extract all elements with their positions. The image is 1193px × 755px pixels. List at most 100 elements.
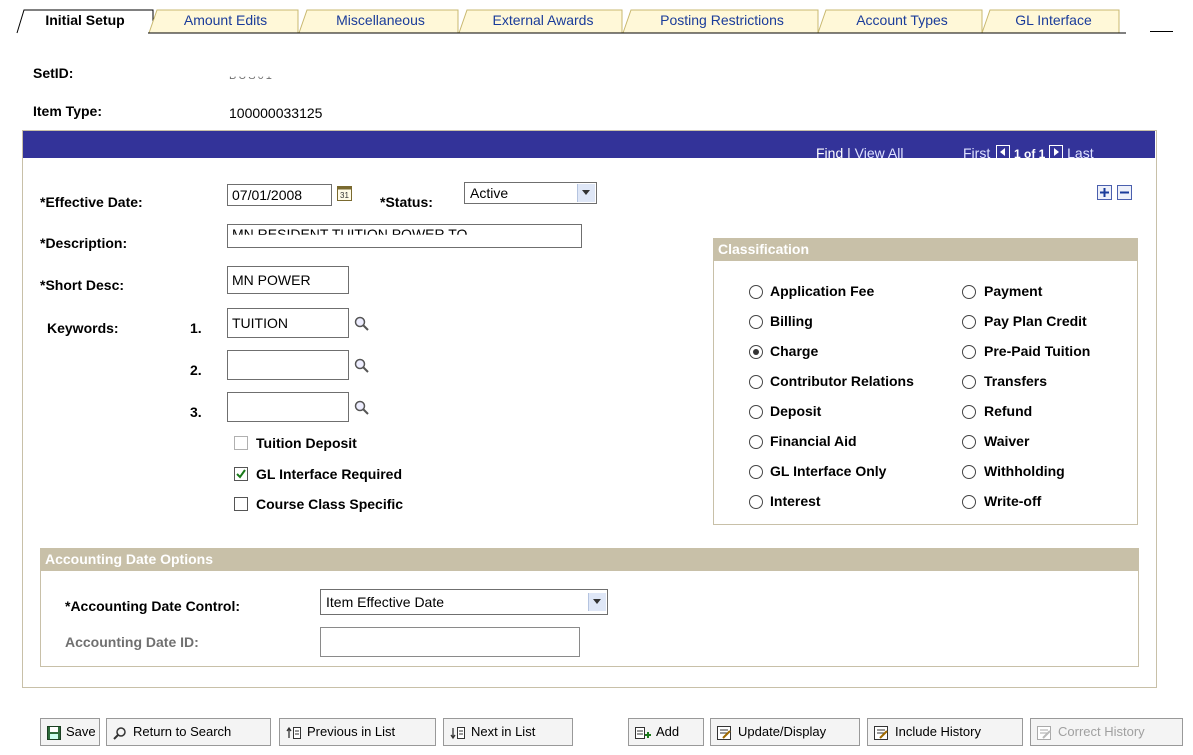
radio-withholding[interactable]	[962, 465, 976, 479]
radio-label: Transfers	[984, 373, 1048, 389]
course-class-specific-checkbox[interactable]	[234, 497, 248, 511]
include-history-icon	[874, 725, 888, 740]
update-display-icon	[717, 725, 731, 740]
svg-text:31: 31	[340, 191, 349, 200]
tab-initial-setup[interactable]: Initial Setup	[15, 8, 155, 34]
radio-application-fee[interactable]	[749, 285, 763, 299]
radio-label: Waiver	[984, 433, 1030, 449]
tab-posting-restrictions[interactable]: Posting Restrictions	[622, 8, 822, 34]
short-desc-input[interactable]	[227, 266, 349, 294]
tab-miscellaneous[interactable]: Miscellaneous	[298, 8, 463, 34]
accounting-date-control-value: Item Effective Date	[326, 594, 445, 610]
save-button[interactable]: Save	[40, 718, 100, 746]
radio-label: Pre-Paid Tuition	[984, 343, 1091, 359]
radio-label: Pay Plan Credit	[984, 313, 1087, 329]
course-class-specific-label: Course Class Specific	[256, 496, 404, 512]
delete-row-icon[interactable]	[1117, 185, 1132, 200]
keyword-3-input[interactable]	[227, 392, 349, 422]
radio-label: Billing	[770, 313, 813, 329]
tab-account-types[interactable]: Account Types	[817, 8, 987, 34]
add-button[interactable]: Add	[628, 718, 704, 746]
previous-in-list-label: Previous in List	[307, 724, 396, 739]
effective-date-input[interactable]	[227, 184, 332, 206]
setid-label: SetID:	[33, 65, 74, 81]
radio-interest[interactable]	[749, 495, 763, 509]
tuition-deposit-checkbox[interactable]	[234, 436, 248, 450]
description-value: MN RESIDENT TUITION POWER TO	[232, 226, 468, 242]
status-select[interactable]: Active	[464, 182, 597, 204]
accounting-date-id-label: Accounting Date ID:	[65, 634, 199, 650]
gl-interface-required-checkbox[interactable]	[234, 467, 248, 481]
accounting-date-control-select[interactable]: Item Effective Date	[320, 589, 608, 615]
first-arrow-icon[interactable]	[996, 145, 1011, 159]
description-input[interactable]: MN RESIDENT TUITION POWER TO	[227, 224, 582, 248]
tab-label: External Awards	[492, 12, 594, 28]
radio-label: Write-off	[984, 493, 1042, 509]
tab-label: Account Types	[856, 12, 948, 28]
chevron-down-icon	[588, 593, 606, 611]
search-icon[interactable]	[354, 316, 370, 332]
keyword-2-input[interactable]	[227, 350, 349, 380]
radio-transfers[interactable]	[962, 375, 976, 389]
save-label: Save	[66, 724, 96, 739]
tab-label: Initial Setup	[45, 12, 125, 28]
return-search-icon	[113, 726, 126, 740]
last-link[interactable]: Last	[1067, 145, 1093, 161]
update-display-button[interactable]: Update/Display	[710, 718, 860, 746]
radio-pay-plan-credit[interactable]	[962, 315, 976, 329]
update-display-label: Update/Display	[738, 724, 827, 739]
next-arrow-icon[interactable]	[1049, 145, 1064, 159]
search-icon[interactable]	[354, 400, 370, 416]
include-history-button[interactable]: Include History	[867, 718, 1023, 746]
accounting-date-id-input[interactable]	[320, 627, 580, 657]
short-desc-label: *Short Desc:	[40, 277, 125, 293]
tab-label: Posting Restrictions	[660, 12, 784, 28]
find-link[interactable]: Find	[816, 145, 843, 161]
tab-label: Miscellaneous	[336, 12, 425, 28]
radio-waiver[interactable]	[962, 435, 976, 449]
search-icon[interactable]	[354, 358, 370, 374]
description-label: *Description:	[40, 235, 128, 251]
view-all-link[interactable]: View All	[855, 145, 904, 161]
status-value: Active	[470, 185, 509, 201]
radio-contributor-relations[interactable]	[749, 375, 763, 389]
accounting-date-control-label: *Accounting Date Control:	[65, 598, 240, 614]
radio-label: GL Interface Only	[770, 463, 887, 479]
add-row-icon[interactable]	[1097, 185, 1112, 200]
tab-external-awards[interactable]: External Awards	[458, 8, 628, 34]
radio-payment[interactable]	[962, 285, 976, 299]
radio-write-off[interactable]	[962, 495, 976, 509]
tab-gl-interface[interactable]: GL Interface	[981, 8, 1126, 34]
keyword-1-input[interactable]	[227, 308, 349, 338]
next-in-list-button[interactable]: Next in List	[443, 718, 573, 746]
include-history-label: Include History	[895, 724, 981, 739]
keywords-label: Keywords:	[47, 320, 119, 336]
tab-amount-edits[interactable]: Amount Edits	[148, 8, 303, 34]
radio-deposit[interactable]	[749, 405, 763, 419]
radio-charge[interactable]	[749, 345, 763, 359]
correct-history-button[interactable]: Correct History	[1030, 718, 1183, 746]
keyword-3-number: 3.	[190, 404, 202, 420]
keyword-1-number: 1.	[190, 320, 202, 336]
radio-label: Refund	[984, 403, 1033, 419]
radio-label: Deposit	[770, 403, 822, 419]
radio-financial-aid[interactable]	[749, 435, 763, 449]
radio-gl-interface-only[interactable]	[749, 465, 763, 479]
return-to-search-button[interactable]: Return to Search	[106, 718, 271, 746]
tab-label: Amount Edits	[183, 12, 268, 28]
radio-refund[interactable]	[962, 405, 976, 419]
next-list-icon	[450, 726, 465, 739]
radio-billing[interactable]	[749, 315, 763, 329]
correct-history-icon	[1037, 725, 1051, 740]
gl-interface-required-label: GL Interface Required	[256, 466, 403, 482]
previous-in-list-button[interactable]: Previous in List	[279, 718, 436, 746]
radio-pre-paid-tuition[interactable]	[962, 345, 976, 359]
radio-label: Interest	[770, 493, 821, 509]
item-type-label: Item Type:	[33, 103, 102, 119]
first-link[interactable]: First	[963, 145, 990, 161]
keyword-2-number: 2.	[190, 362, 202, 378]
save-icon	[47, 725, 61, 740]
calendar-icon[interactable]: 31	[337, 186, 352, 201]
chevron-down-icon	[577, 184, 595, 202]
plus-icon	[1100, 188, 1109, 197]
